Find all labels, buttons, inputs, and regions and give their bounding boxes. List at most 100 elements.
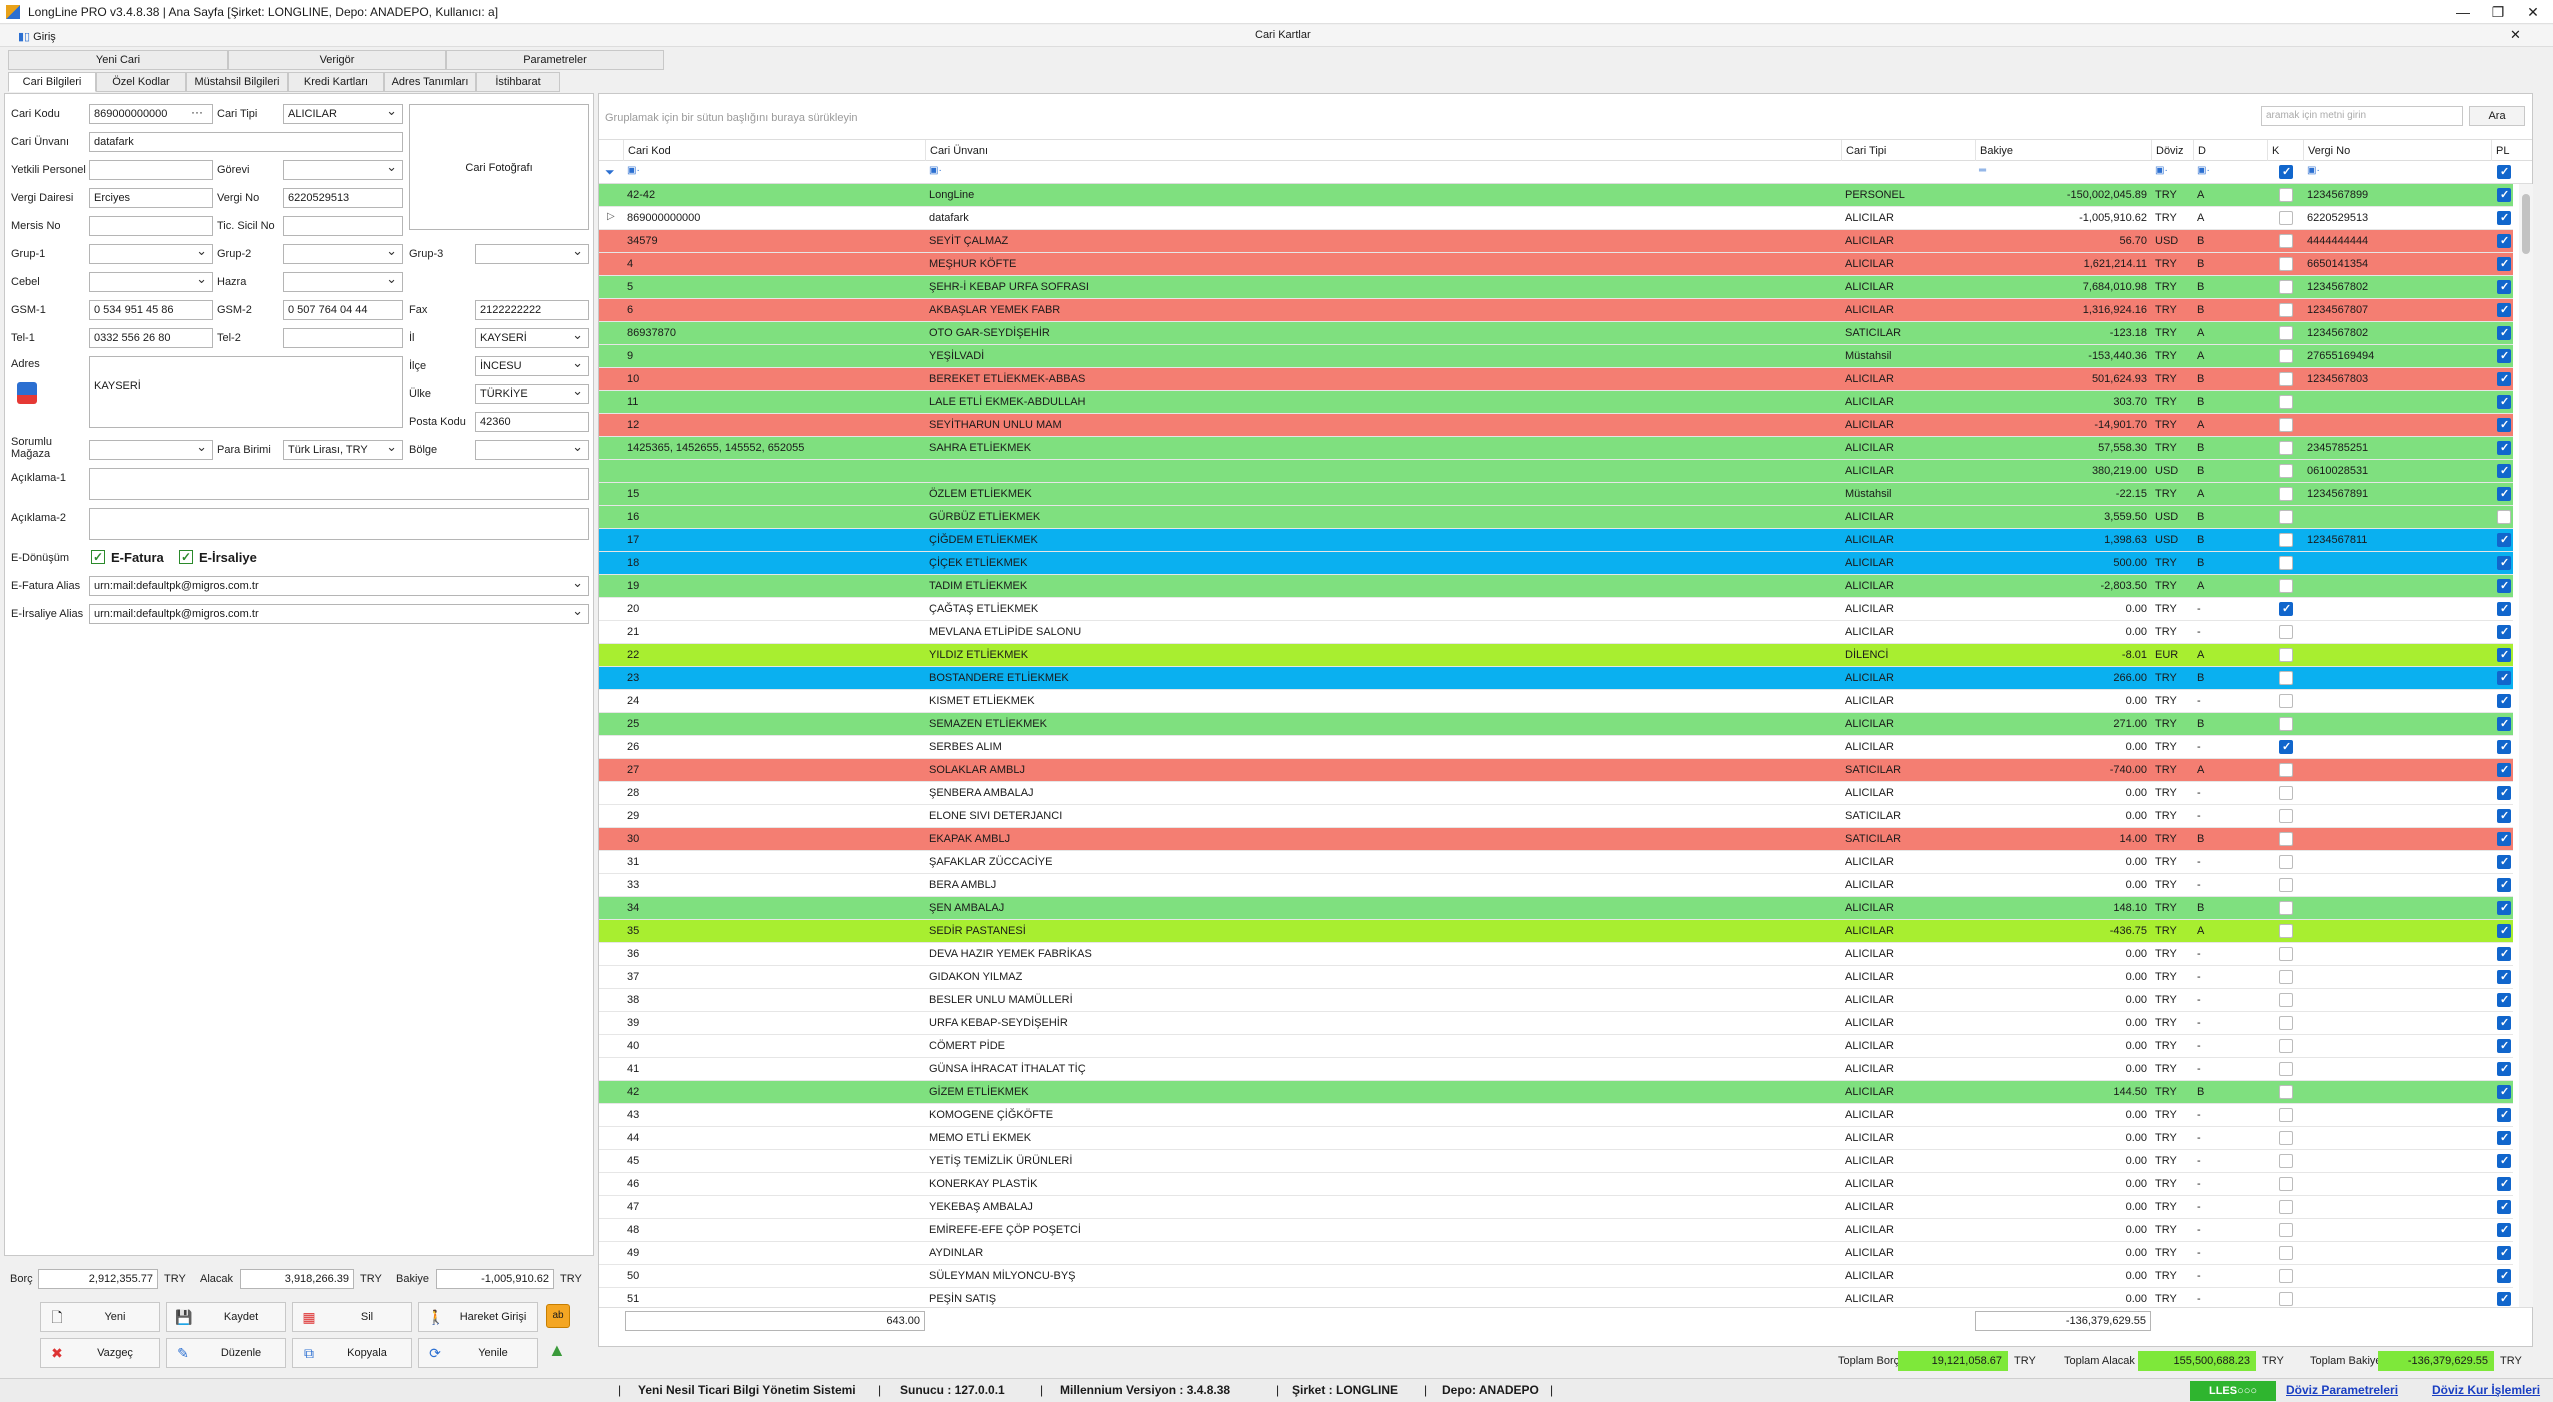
filter-cell-icon[interactable]: ▣· [627, 165, 640, 176]
pl-checkbox[interactable] [2497, 1108, 2511, 1122]
k-checkbox[interactable] [2279, 372, 2293, 386]
k-checkbox[interactable] [2279, 510, 2293, 524]
k-checkbox[interactable] [2279, 694, 2293, 708]
pl-checkbox[interactable] [2497, 809, 2511, 823]
col-bakiye[interactable]: Bakiye [1975, 140, 2151, 162]
k-checkbox[interactable] [2279, 625, 2293, 639]
table-row[interactable]: 27 SOLAKLAR AMBLJ SATICILAR -740.00 TRY A [599, 759, 2513, 782]
k-checkbox[interactable] [2279, 1016, 2293, 1030]
kaydet-button[interactable]: 💾 Kaydet [166, 1302, 286, 1332]
col-pl[interactable]: PL [2491, 140, 2517, 162]
il-select[interactable]: KAYSERİ [475, 328, 589, 348]
hareket-girisi-button[interactable]: 🚶 Hareket Girişi [418, 1302, 538, 1332]
col-doviz[interactable]: Döviz [2151, 140, 2193, 162]
pl-checkbox[interactable] [2497, 832, 2511, 846]
table-row[interactable]: 6 AKBAŞLAR YEMEK FABR ALICILAR 1,316,924.16… [599, 299, 2513, 322]
filter-row[interactable]: ⏷ ▣· ▣· ═ ▣· ▣· ▣· [599, 161, 2532, 184]
bolge-select[interactable] [475, 440, 589, 460]
filter-cell-icon[interactable]: ▣· [2307, 165, 2320, 176]
pl-checkbox[interactable] [2497, 763, 2511, 777]
table-row[interactable]: 4 MEŞHUR KÖFTE ALICILAR 1,621,214.11 TRY B 665… [599, 253, 2513, 276]
table-row[interactable]: 44 MEMO ETLİ EKMEK ALICILAR 0.00 TRY - [599, 1127, 2513, 1150]
tab-cari-bilgileri[interactable]: Cari Bilgileri [8, 72, 96, 92]
table-row[interactable]: 39 URFA KEBAP-SEYDİŞEHİR ALICILAR 0.00 TRY - [599, 1012, 2513, 1035]
k-checkbox[interactable] [2279, 349, 2293, 363]
pl-checkbox[interactable] [2497, 993, 2511, 1007]
k-checkbox[interactable] [2279, 556, 2293, 570]
table-row[interactable]: 23 BOSTANDERE ETLİEKMEK ALICILAR 266.00 TRY B [599, 667, 2513, 690]
table-row[interactable]: 22 YILDIZ ETLİEKMEK DİLENCİ -8.01 EUR A [599, 644, 2513, 667]
pl-checkbox[interactable] [2497, 1200, 2511, 1214]
table-row[interactable]: 41 GÜNSA İHRACAT İTHALAT TİÇ ALICILAR 0.00 T… [599, 1058, 2513, 1081]
mersis-input[interactable] [89, 216, 213, 236]
ilce-select[interactable]: İNCESU [475, 356, 589, 376]
tel2-input[interactable] [283, 328, 403, 348]
table-row[interactable]: 15 ÖZLEM ETLİEKMEK Müstahsil -22.15 TRY A 1234… [599, 483, 2513, 506]
pl-checkbox[interactable] [2497, 280, 2511, 294]
filter-k-checkbox[interactable] [2279, 165, 2293, 179]
filter-cell-icon[interactable]: ▣· [929, 165, 942, 176]
table-row[interactable]: 36 DEVA HAZIR YEMEK FABRİKAS ALICILAR 0.00 T… [599, 943, 2513, 966]
para-select[interactable]: Türk Lirası, TRY [283, 440, 403, 460]
k-checkbox[interactable] [2279, 464, 2293, 478]
table-row[interactable]: 21 MEVLANA ETLİPİDE SALONU ALICILAR 0.00 TRY… [599, 621, 2513, 644]
table-row[interactable]: 25 SEMAZEN ETLİEKMEK ALICILAR 271.00 TRY B [599, 713, 2513, 736]
pl-checkbox[interactable] [2497, 717, 2511, 731]
search-button[interactable]: Ara [2469, 106, 2525, 126]
tab-yeni-cari[interactable]: Yeni Cari [8, 50, 228, 70]
shapes-icon[interactable]: ▲ [548, 1340, 566, 1361]
table-row[interactable]: ALICILAR 380,219.00 USD B 0610028531 [599, 460, 2513, 483]
k-checkbox[interactable] [2279, 1062, 2293, 1076]
pl-checkbox[interactable] [2497, 326, 2511, 340]
pl-checkbox[interactable] [2497, 1269, 2511, 1283]
scroll-thumb[interactable] [2522, 194, 2530, 254]
posta-input[interactable]: 42360 [475, 412, 589, 432]
pl-checkbox[interactable] [2497, 947, 2511, 961]
pl-checkbox[interactable] [2497, 1131, 2511, 1145]
k-checkbox[interactable] [2279, 441, 2293, 455]
pl-checkbox[interactable] [2497, 602, 2511, 616]
k-checkbox[interactable] [2279, 1269, 2293, 1283]
pl-checkbox[interactable] [2497, 188, 2511, 202]
table-row[interactable]: 24 KISMET ETLİEKMEK ALICILAR 0.00 TRY - [599, 690, 2513, 713]
k-checkbox[interactable] [2279, 1200, 2293, 1214]
table-row[interactable]: 11 LALE ETLİ EKMEK-ABDULLAH ALICILAR 303.70… [599, 391, 2513, 414]
k-checkbox[interactable] [2279, 924, 2293, 938]
filter-cell-icon[interactable]: ▣· [2155, 165, 2168, 176]
pl-checkbox[interactable] [2497, 740, 2511, 754]
k-checkbox[interactable] [2279, 878, 2293, 892]
sil-button[interactable]: ▦ Sil [292, 1302, 412, 1332]
tab-cari-kartlar[interactable]: Cari Kartlar [1255, 26, 1311, 44]
gsm1-input[interactable]: 0 534 951 45 86 [89, 300, 213, 320]
k-checkbox[interactable] [2279, 901, 2293, 915]
pl-checkbox[interactable] [2497, 970, 2511, 984]
tab-istihbarat[interactable]: İstihbarat [476, 72, 560, 92]
k-checkbox[interactable] [2279, 257, 2293, 271]
filter-cell-icon[interactable]: ▣· [2197, 165, 2210, 176]
col-cari-kod[interactable]: Cari Kod [623, 140, 925, 162]
table-row[interactable]: 20 ÇAĞTAŞ ETLİEKMEK ALICILAR 0.00 TRY - [599, 598, 2513, 621]
k-checkbox[interactable] [2279, 717, 2293, 731]
aciklama1-input[interactable] [89, 468, 589, 500]
pl-checkbox[interactable] [2497, 1085, 2511, 1099]
grup1-select[interactable] [89, 244, 213, 264]
tab-adres-tanimlari[interactable]: Adres Tanımları [384, 72, 476, 92]
k-checkbox[interactable] [2279, 533, 2293, 547]
k-checkbox[interactable] [2279, 602, 2293, 616]
pl-checkbox[interactable] [2497, 579, 2511, 593]
k-checkbox[interactable] [2279, 809, 2293, 823]
table-row[interactable]: 34579 SEYİT ÇALMAZ ALICILAR 56.70 USD B 444444… [599, 230, 2513, 253]
k-checkbox[interactable] [2279, 418, 2293, 432]
cari-tipi-select[interactable]: ALICILAR [283, 104, 403, 124]
pl-checkbox[interactable] [2497, 1223, 2511, 1237]
k-checkbox[interactable] [2279, 763, 2293, 777]
table-row[interactable]: 38 BESLER UNLU MAMÜLLERİ ALICILAR 0.00 TRY - [599, 989, 2513, 1012]
pl-checkbox[interactable] [2497, 694, 2511, 708]
table-row[interactable]: 34 ŞEN AMBALAJ ALICILAR 148.10 TRY B [599, 897, 2513, 920]
table-row[interactable]: 46 KONERKAY PLASTİK ALICILAR 0.00 TRY - [599, 1173, 2513, 1196]
k-checkbox[interactable] [2279, 1039, 2293, 1053]
col-k[interactable]: K [2267, 140, 2303, 162]
yenile-button[interactable]: ⟳ Yenile [418, 1338, 538, 1368]
close-tab-icon[interactable]: ✕ [2510, 27, 2521, 43]
k-checkbox[interactable] [2279, 234, 2293, 248]
